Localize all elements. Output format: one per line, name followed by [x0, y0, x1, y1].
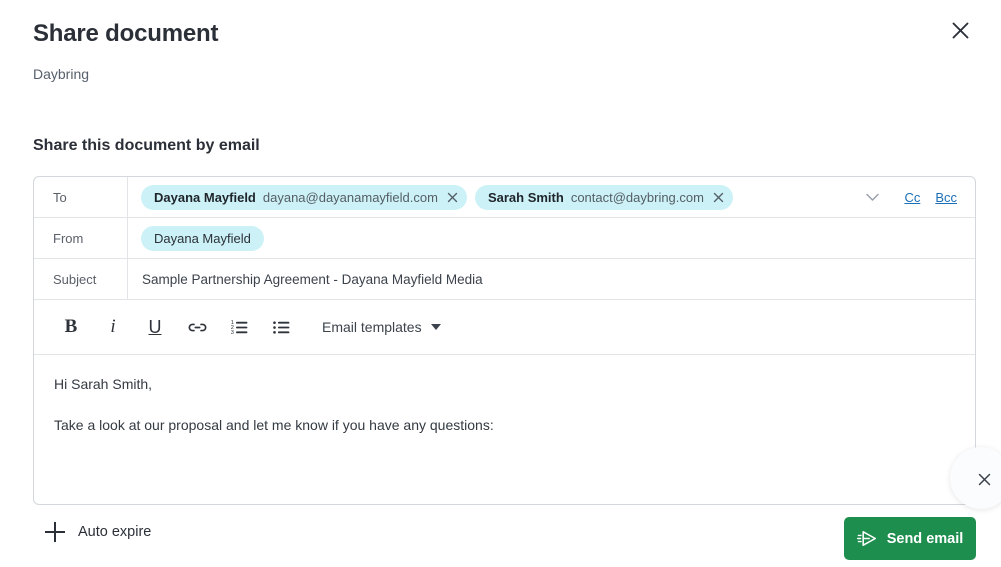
underline-button[interactable]: U — [134, 307, 176, 347]
from-row: From Dayana Mayfield — [34, 218, 975, 259]
remove-recipient-button[interactable] — [446, 190, 460, 204]
share-document-dialog: Share document Daybring Share this docum… — [0, 0, 1001, 567]
formatting-toolbar: B i U 1 2 3 Email templates — [34, 300, 975, 355]
section-heading: Share this document by email — [33, 137, 260, 154]
to-label: To — [34, 177, 128, 217]
close-icon — [978, 473, 990, 485]
subject-input-container[interactable]: Sample Partnership Agreement - Dayana Ma… — [128, 259, 975, 299]
email-form: To Dayana Mayfield dayana@dayanamayfield… — [33, 176, 976, 505]
send-email-label: Send email — [886, 530, 964, 547]
ordered-list-button[interactable]: 1 2 3 — [218, 307, 260, 347]
italic-button[interactable]: i — [92, 307, 134, 347]
recipient-chip[interactable]: Dayana Mayfield dayana@dayanamayfield.co… — [141, 184, 467, 210]
to-row: To Dayana Mayfield dayana@dayanamayfield… — [34, 177, 975, 218]
widget-close-button[interactable] — [972, 467, 996, 491]
recipient-name: Sarah Smith — [487, 189, 564, 205]
sender-name: Dayana Mayfield — [154, 230, 251, 246]
to-recipients[interactable]: Dayana Mayfield dayana@dayanamayfield.co… — [128, 177, 975, 217]
from-label: From — [34, 218, 128, 258]
send-email-button[interactable]: Send email — [844, 517, 976, 560]
email-templates-dropdown[interactable]: Email templates — [318, 307, 445, 347]
plus-icon — [45, 522, 65, 542]
document-name: Daybring — [33, 66, 90, 82]
insert-link-button[interactable] — [176, 307, 218, 347]
remove-recipient-button[interactable] — [712, 190, 726, 204]
to-row-actions: Cc Bcc — [865, 190, 975, 205]
bold-button[interactable]: B — [50, 307, 92, 347]
cc-link[interactable]: Cc — [904, 190, 920, 205]
bullet-list-button[interactable] — [260, 307, 302, 347]
email-body-editor[interactable]: Hi Sarah Smith, Take a look at our propo… — [34, 355, 975, 504]
close-dialog-button[interactable] — [943, 13, 977, 47]
recipient-name: Dayana Mayfield — [154, 189, 256, 205]
email-greeting: Hi Sarah Smith, — [54, 376, 153, 392]
recipient-email: contact@daybring.com — [570, 189, 704, 205]
close-icon — [952, 22, 968, 38]
subject-label: Subject — [34, 259, 128, 299]
link-icon — [188, 323, 206, 331]
expand-recipients-button[interactable] — [865, 190, 879, 204]
subject-input[interactable]: Sample Partnership Agreement - Dayana Ma… — [141, 272, 483, 287]
bullet-list-icon — [272, 320, 289, 334]
close-icon — [448, 192, 458, 202]
subject-row: Subject Sample Partnership Agreement - D… — [34, 259, 975, 300]
close-icon — [714, 192, 724, 202]
from-value-container[interactable]: Dayana Mayfield — [128, 218, 975, 258]
auto-expire-button[interactable]: Auto expire — [45, 522, 151, 542]
caret-down-icon — [430, 324, 441, 330]
chevron-down-icon — [866, 193, 879, 201]
recipient-email: dayana@dayanamayfield.com — [262, 189, 438, 205]
numbered-list-icon: 1 2 3 — [230, 320, 247, 336]
recipient-chip[interactable]: Sarah Smith contact@daybring.com — [474, 184, 733, 210]
page-title: Share document — [33, 20, 219, 47]
email-paragraph: Take a look at our proposal and let me k… — [54, 416, 494, 433]
sender-chip[interactable]: Dayana Mayfield — [141, 225, 264, 251]
send-icon — [856, 530, 876, 547]
auto-expire-label: Auto expire — [78, 524, 152, 540]
svg-text:3: 3 — [230, 330, 233, 336]
email-templates-label: Email templates — [322, 319, 422, 335]
bcc-link[interactable]: Bcc — [935, 190, 957, 205]
